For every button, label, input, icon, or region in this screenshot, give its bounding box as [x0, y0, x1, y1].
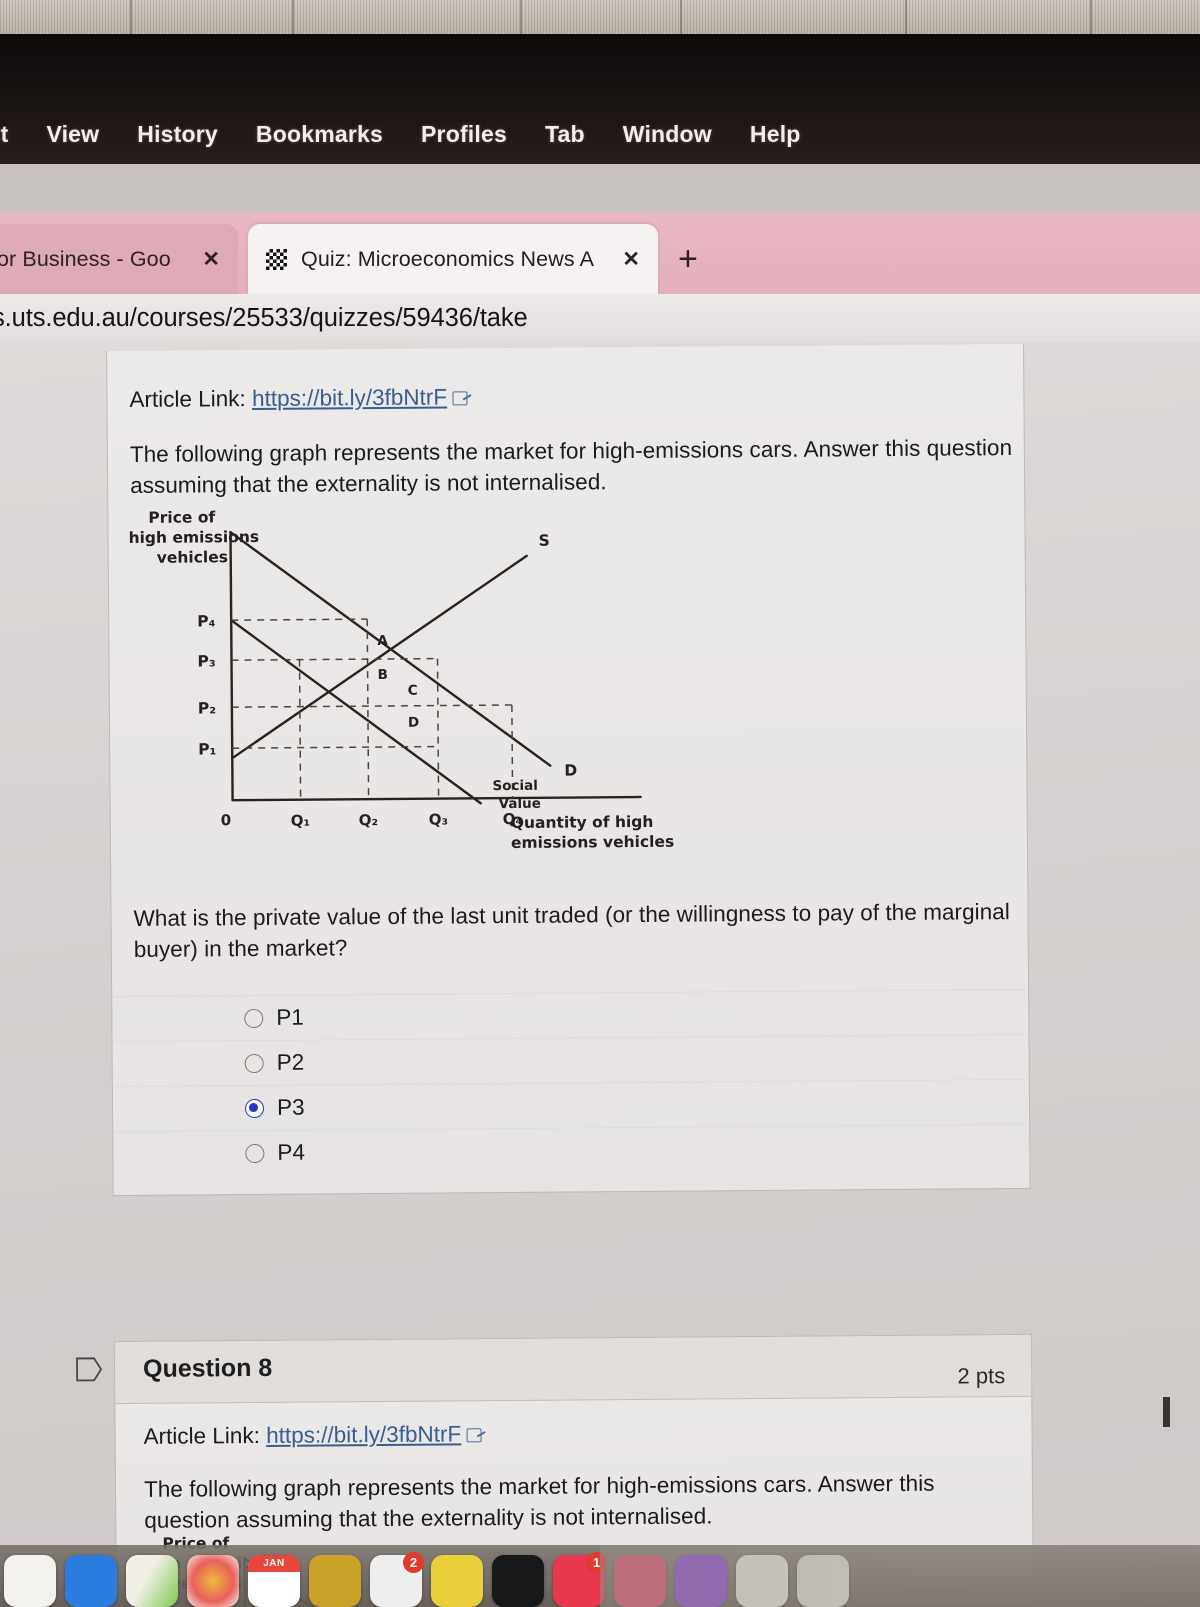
close-icon[interactable]: ✕: [622, 247, 640, 272]
xtick-q1: Q₁: [291, 812, 310, 830]
dock-app-finder[interactable]: [4, 1555, 56, 1607]
article-link-url[interactable]: https://bit.ly/3fbNtrF: [266, 1421, 461, 1448]
yaxis-title-line1: Price of: [148, 508, 215, 527]
external-link-icon: [452, 391, 468, 406]
dock-app-messages[interactable]: 2: [370, 1552, 424, 1607]
answer-option-p3[interactable]: P3: [112, 1078, 1030, 1132]
radio-p4[interactable]: [245, 1143, 265, 1163]
answer-options-7: P1 P2 P3 P4: [112, 988, 1030, 1177]
menu-item-view[interactable]: View: [46, 121, 99, 148]
xtick-q3: Q₃: [429, 810, 448, 828]
wall-background: [0, 0, 1200, 34]
area-label-a: A: [377, 633, 388, 649]
menu-item-help[interactable]: Help: [750, 121, 801, 148]
answer-option-p4[interactable]: P4: [113, 1123, 1030, 1177]
curve-label-supply: S: [539, 532, 550, 550]
menu-item-tab[interactable]: Tab: [545, 121, 585, 148]
macos-menu-bar: it View History Bookmarks Profiles Tab W…: [0, 34, 1200, 164]
dock-app-photos[interactable]: [187, 1555, 239, 1607]
answer-label-p4: P4: [277, 1139, 306, 1165]
browser-tab-active[interactable]: Quiz: Microeconomics News A ✕: [248, 224, 658, 294]
dock-app-calendar[interactable]: JAN: [248, 1555, 300, 1607]
page-viewport: Article Link: https://bit.ly/3fbNtrF The…: [0, 342, 1200, 1607]
article-link-row-7: Article Link: https://bit.ly/3fbNtrF: [129, 384, 468, 413]
answer-label-p3: P3: [276, 1094, 305, 1120]
qr-favicon-icon: [266, 248, 287, 270]
question-8-points: 2 pts: [957, 1363, 1006, 1389]
browser-tab-strip: s for Business - Goo ✕ Quiz: Microeconom…: [0, 212, 1200, 294]
dock-app-podcasts[interactable]: [614, 1555, 666, 1607]
external-link-icon: [466, 1428, 482, 1443]
curve-label-demand: D: [564, 761, 577, 779]
area-label-c: C: [408, 683, 418, 699]
new-tab-button[interactable]: +: [678, 242, 698, 276]
question-8-header: Question 8 2 pts: [114, 1334, 1032, 1405]
dock-app-reminders[interactable]: [309, 1555, 361, 1607]
answer-label-p2: P2: [276, 1049, 305, 1075]
ytick-p2: P₂: [198, 699, 216, 717]
music-badge: 1: [586, 1552, 607, 1573]
menu-item-history[interactable]: History: [137, 121, 218, 148]
dock-app-notes[interactable]: [126, 1555, 178, 1607]
menu-item-bookmarks[interactable]: Bookmarks: [256, 121, 383, 148]
radio-p1[interactable]: [244, 1008, 264, 1028]
screen-edge-artifact: [1163, 1397, 1170, 1427]
xtick-origin: 0: [221, 811, 232, 829]
yaxis-title-line3: vehicles: [157, 548, 228, 567]
ytick-p4: P₄: [197, 612, 216, 630]
dock-app-settings[interactable]: [675, 1555, 727, 1607]
dock-app-music[interactable]: 1: [553, 1552, 607, 1607]
tab-title-inactive: s for Business - Goo: [0, 246, 171, 271]
url-text: s.uts.edu.au/courses/25533/quizzes/59436…: [0, 303, 528, 332]
radio-p2[interactable]: [244, 1053, 264, 1073]
quiz-document: Article Link: https://bit.ly/3fbNtrF The…: [0, 342, 1200, 1607]
question-card-7: Article Link: https://bit.ly/3fbNtrF The…: [106, 343, 1031, 1197]
article-link-label: Article Link:: [129, 386, 246, 412]
ytick-p3: P₃: [197, 652, 215, 670]
ytick-p1: P₁: [198, 740, 216, 758]
flag-question-icon[interactable]: [75, 1356, 103, 1382]
macos-dock: JAN 2 1: [0, 1545, 1200, 1607]
yaxis-title-line2: high emissions: [128, 528, 259, 547]
article-link-row-8: Article Link: https://bit.ly/3fbNtrF: [144, 1421, 482, 1450]
menu-item-window[interactable]: Window: [623, 121, 712, 148]
menu-item-profiles[interactable]: Profiles: [421, 121, 507, 148]
supply-demand-graph-7: S D Social Value A B C D P₄ P₃ P₂ P₁ 0 Q…: [128, 508, 674, 852]
dock-app-mail[interactable]: [65, 1555, 117, 1607]
curve-label-social-value-line1: Social: [492, 778, 537, 794]
radio-p3[interactable]: [244, 1098, 265, 1118]
browser-url-bar[interactable]: s.uts.edu.au/courses/25533/quizzes/59436…: [0, 294, 1200, 342]
tab-title-active: Quiz: Microeconomics News A: [301, 246, 595, 271]
answer-label-p1: P1: [276, 1004, 304, 1030]
article-link-label: Article Link:: [143, 1422, 260, 1449]
question-prompt-7: What is the private value of the last un…: [133, 899, 1010, 962]
dock-app-numbers[interactable]: [797, 1555, 849, 1607]
question-8-title: Question 8: [142, 1353, 273, 1383]
article-link-url[interactable]: https://bit.ly/3fbNtrF: [252, 384, 447, 411]
close-icon[interactable]: ✕: [202, 247, 220, 272]
dock-app-maps[interactable]: [431, 1555, 483, 1607]
browser-tab-inactive[interactable]: s for Business - Goo ✕: [0, 224, 238, 294]
xaxis-title-line2: emissions vehicles: [511, 833, 674, 852]
xaxis-title-line1: Quantity of high: [511, 813, 654, 832]
xtick-q2: Q₂: [359, 811, 378, 829]
answer-option-p2[interactable]: P2: [112, 1033, 1029, 1087]
question-body-7: The following graph represents the marke…: [129, 435, 1013, 498]
dock-app-terminal[interactable]: [492, 1555, 544, 1607]
dock-app-pages[interactable]: [736, 1555, 788, 1607]
answer-option-p1[interactable]: P1: [112, 988, 1029, 1042]
messages-badge: 2: [403, 1552, 424, 1573]
calendar-month-label: JAN: [248, 1555, 300, 1572]
menu-item-it[interactable]: it: [0, 121, 8, 148]
area-label-b: B: [378, 667, 388, 683]
area-label-d: D: [408, 715, 419, 731]
